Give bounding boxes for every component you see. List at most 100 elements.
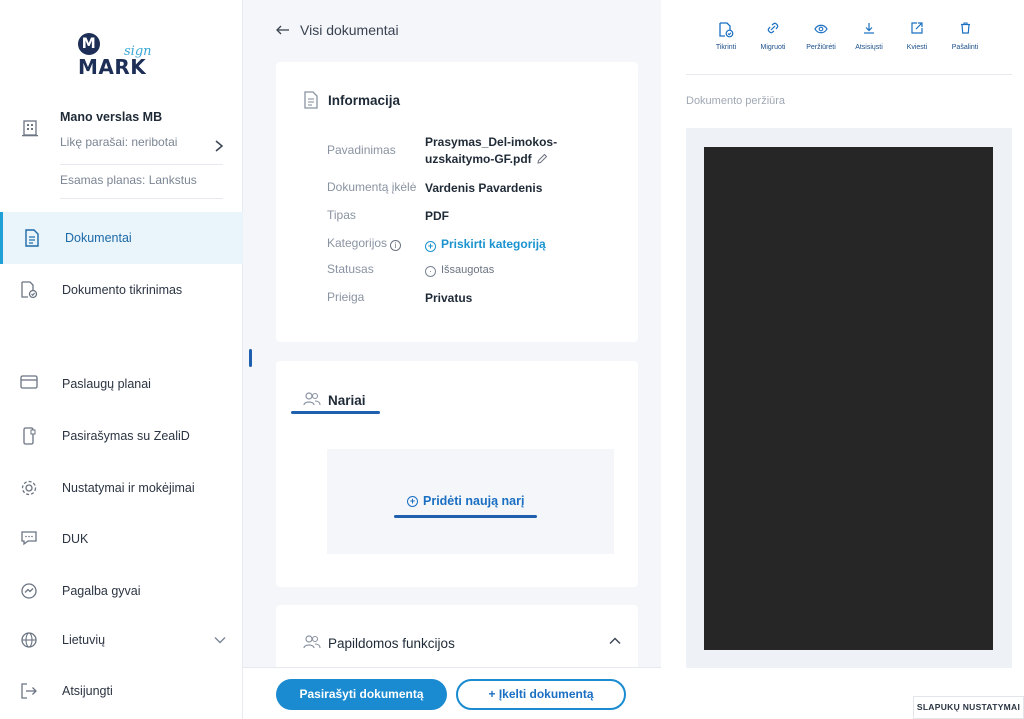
cookie-settings-button[interactable]: SLAPUKŲ NUSTATYMAI (913, 696, 1024, 719)
toolbar-check-button[interactable]: Tikrinti (704, 22, 748, 51)
assign-category-label: Priskirti kategoriją (441, 237, 546, 251)
add-member-label: Pridėti naują narį (423, 494, 525, 508)
sidebar-item-label: Paslaugų planai (62, 377, 151, 391)
info-label: Tipas (327, 208, 356, 222)
preview-panel: Tikrinti Migruoti Peržiūrėti Atsisiųsti … (661, 0, 1024, 719)
document-check-icon (704, 22, 748, 38)
members-card-header[interactable]: Nariai (303, 391, 366, 409)
logo-m-icon: M (78, 33, 100, 55)
toolbar-invite-button[interactable]: Kviesti (895, 22, 939, 51)
categories-label-text: Kategorijos (327, 236, 388, 250)
info-row-uploader: Dokumentą įkėlė Vardenis Pavardenis (327, 180, 617, 196)
chevron-up-icon[interactable] (609, 633, 621, 648)
extra-functions-title: Papildomos funkcijos (328, 635, 455, 651)
sidebar-item-label: Lietuvių (62, 633, 106, 647)
add-member-highlight-underline (394, 515, 537, 518)
info-row-categories: Kategorijos i + Priskirti kategoriją (327, 236, 617, 252)
preview-frame[interactable] (686, 128, 1012, 668)
plus-circle-icon: + (407, 495, 418, 507)
sidebar-item-plans[interactable]: Paslaugų planai (0, 358, 243, 410)
info-label: Dokumentą įkėlė (327, 180, 417, 194)
sidebar-item-zealid[interactable]: Pasirašymas su ZealiD (0, 410, 243, 462)
toolbar-delete-button[interactable]: Pašalinti (943, 22, 987, 51)
logo-sign-text: sign (124, 44, 152, 59)
link-icon (751, 22, 795, 38)
sidebar-item-label: Atsijungti (62, 684, 113, 698)
upload-document-button[interactable]: + Įkelti dokumentą (456, 679, 626, 710)
sidebar-item-label: DUK (62, 532, 89, 546)
sidebar-item-label: Dokumento tikrinimas (62, 283, 183, 297)
info-row-name: Pavadinimas Prasymas_Del-imokos- uzskait… (327, 134, 617, 170)
phone-icon (20, 427, 38, 445)
eye-icon (799, 22, 843, 38)
logout-icon (20, 682, 38, 700)
building-icon (21, 119, 39, 137)
users-icon (303, 391, 321, 409)
plus-circle-icon: + (425, 241, 436, 252)
toolbar-download-button[interactable]: Atsisiųsti (847, 22, 891, 51)
sidebar-item-label: Dokumentai (65, 231, 132, 245)
sidebar-item-settings[interactable]: Nustatymai ir mokėjimai (0, 462, 243, 514)
toolbar-check-label: Tikrinti (715, 44, 737, 51)
pencil-icon[interactable] (537, 152, 548, 169)
members-card-title: Nariai (328, 392, 366, 408)
info-row-status: Statusas · Išsaugotas (327, 262, 617, 278)
messenger-icon (20, 582, 38, 600)
toolbar-view-button[interactable]: Peržiūrėti (799, 22, 843, 51)
globe-icon (20, 631, 38, 649)
logo-mark: MMARK (78, 26, 168, 79)
toolbar-view-label: Peržiūrėti (806, 44, 836, 51)
info-label: Pavadinimas (327, 143, 396, 157)
bottom-action-bar: Pasirašyti dokumentą + Įkelti dokumentą (243, 667, 661, 719)
document-list-icon (303, 91, 321, 109)
toolbar-download-label: Atsisiųsti (855, 44, 883, 51)
download-icon (847, 22, 891, 38)
filename-line-2: uzskaitymo-GF.pdf (425, 152, 532, 166)
chevron-right-icon[interactable] (214, 139, 224, 156)
scroll-indicator[interactable] (249, 349, 252, 367)
chevron-down-icon (214, 633, 226, 647)
sidebar-item-language[interactable]: Lietuvių (0, 614, 243, 666)
info-icon[interactable]: i (390, 240, 402, 251)
chat-icon (20, 530, 38, 548)
info-label: Statusas (327, 262, 374, 276)
extra-functions-header[interactable]: Papildomos funkcijos (303, 634, 455, 652)
gear-icon (20, 479, 38, 497)
info-label: Kategorijos i (327, 236, 402, 251)
account-section[interactable]: Mano verslas MB Likę parašai: neribotai … (0, 104, 243, 204)
sidebar-item-live-help[interactable]: Pagalba gyvai (0, 565, 243, 617)
users-icon (303, 634, 321, 652)
back-link-label: Visi dokumentai (300, 22, 399, 38)
document-toolbar: Tikrinti Migruoti Peržiūrėti Atsisiųsti … (698, 22, 978, 58)
document-icon (23, 229, 41, 247)
members-empty-box: + Pridėti naują narį (327, 449, 614, 554)
divider (686, 74, 1012, 75)
info-card-header: Informacija (303, 91, 400, 109)
sidebar-item-faq[interactable]: DUK (0, 513, 243, 565)
info-label: Prieiga (327, 290, 365, 304)
back-link[interactable]: Visi dokumentai (276, 22, 399, 38)
toolbar-delete-label: Pašalinti (951, 44, 979, 51)
info-row-access: Prieiga Privatus (327, 290, 617, 306)
sidebar-item-documents[interactable]: Dokumentai (0, 212, 243, 264)
marksign-logo[interactable]: MMARK sign (78, 26, 168, 79)
divider (60, 198, 223, 199)
add-member-button[interactable]: + Pridėti naują narį (407, 494, 524, 508)
info-card-title: Informacija (328, 92, 401, 108)
sidebar-item-verification[interactable]: Dokumento tikrinimas (0, 264, 243, 316)
toolbar-migrate-button[interactable]: Migruoti (751, 22, 795, 51)
sidebar-item-logout[interactable]: Atsijungti (0, 665, 243, 717)
assign-category-link[interactable]: + Priskirti kategoriją (425, 236, 546, 253)
arrow-left-icon (276, 22, 290, 38)
document-check-icon (20, 281, 38, 299)
filename-line-1: Prasymas_Del-imokos- (425, 135, 558, 149)
remaining-signatures: Likę parašai: neribotai (60, 135, 178, 149)
members-card: Nariai + Pridėti naują narį (276, 361, 638, 587)
sign-document-button[interactable]: Pasirašyti dokumentą (276, 679, 447, 710)
toolbar-invite-label: Kviesti (906, 44, 928, 51)
share-icon (895, 22, 939, 38)
trash-icon (943, 22, 987, 38)
clock-icon: · (425, 266, 436, 277)
sidebar-item-label: Pasirašymas su ZealiD (62, 429, 190, 443)
sidebar: MMARK sign Mano verslas MB Likę parašai:… (0, 0, 243, 719)
